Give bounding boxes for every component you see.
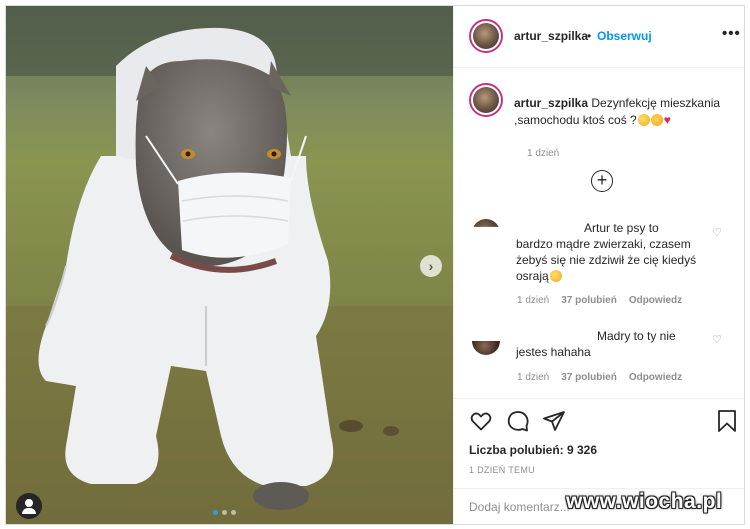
tagged-users-button[interactable] <box>16 493 42 519</box>
site-watermark: www.wiocha.pl <box>566 490 723 513</box>
comment-likes[interactable]: 37 polubień <box>561 372 617 383</box>
caption-time[interactable]: 1 dzień <box>527 148 559 159</box>
comment-text: Artur te psy to bardzo mądre zwierzaki, … <box>516 220 706 284</box>
header-separator: • <box>587 29 592 43</box>
comment-like-heart-icon[interactable]: ♡ <box>712 333 722 346</box>
post-header: artur_szpilka • Obserwuj ••• <box>454 6 744 68</box>
follow-button[interactable]: Obserwuj <box>597 29 652 43</box>
dog-in-protective-suit-image <box>6 6 453 524</box>
comment-reply-button[interactable]: Odpowiedz <box>629 295 682 306</box>
author-avatar[interactable] <box>469 19 503 53</box>
post-side-panel: artur_szpilka • Obserwuj ••• artur_szpil… <box>453 6 744 524</box>
author-username[interactable]: artur_szpilka <box>514 29 588 43</box>
caption-avatar[interactable] <box>469 83 503 117</box>
tears-of-joy-emoji-icon <box>650 114 663 126</box>
comment-text: Madry to ty nie jestes hahaha <box>516 328 706 360</box>
comment-meta: 1 dzień 37 polubień Odpowiedz <box>517 295 694 306</box>
heart-outline-icon[interactable] <box>469 409 493 433</box>
more-dots-icon[interactable]: ••• <box>722 25 741 42</box>
plus-circle-icon[interactable]: + <box>591 170 613 192</box>
comment-meta: 1 dzień 37 polubień Odpowiedz <box>517 372 694 383</box>
red-heart-emoji-icon: ♥ <box>663 113 671 127</box>
comment-text-rest: bardzo mądre zwierzaki, czasem żebyś się… <box>516 237 697 283</box>
chevron-right-icon: › <box>428 258 434 274</box>
carousel-dot <box>213 510 218 515</box>
comment-like-heart-icon[interactable]: ♡ <box>712 226 722 239</box>
caption-text: artur_szpilka Dezynfekcję mieszkania ,sa… <box>514 95 729 129</box>
comment-time[interactable]: 1 dzień <box>517 372 549 383</box>
paper-plane-icon[interactable] <box>542 409 566 433</box>
carousel-dot <box>231 510 236 515</box>
commenter-avatar[interactable] <box>472 219 500 227</box>
commenter-avatar[interactable] <box>472 341 500 355</box>
comment-text-rest: jestes hahaha <box>516 345 591 359</box>
comments-list[interactable]: artur_szpilka Dezynfekcję mieszkania ,sa… <box>454 68 744 398</box>
post-timestamp[interactable]: 1 DZIEŃ TEMU <box>469 465 535 475</box>
astonished-emoji-icon <box>637 114 650 126</box>
carousel-dot <box>222 510 227 515</box>
caption-username[interactable]: artur_szpilka <box>514 96 588 110</box>
comment-reply-button[interactable]: Odpowiedz <box>629 372 682 383</box>
smiling-emoji-icon <box>549 270 562 282</box>
comment-text-line1: Madry to ty nie <box>597 329 676 343</box>
post-photo[interactable]: › <box>6 6 453 524</box>
post-actions: Liczba polubień: 9 326 1 DZIEŃ TEMU <box>454 398 744 488</box>
bookmark-icon[interactable] <box>716 409 738 433</box>
likes-count[interactable]: Liczba polubień: 9 326 <box>469 443 597 457</box>
comment-likes[interactable]: 37 polubień <box>561 295 617 306</box>
speech-bubble-icon[interactable] <box>506 409 530 433</box>
comment-time[interactable]: 1 dzień <box>517 295 549 306</box>
carousel-indicator <box>213 510 236 515</box>
carousel-next-button[interactable]: › <box>420 255 442 277</box>
post-modal: › artur_szpilka • Obserwuj ••• artur_szp… <box>5 5 745 525</box>
comment-text-line1: Artur te psy to <box>584 221 659 235</box>
